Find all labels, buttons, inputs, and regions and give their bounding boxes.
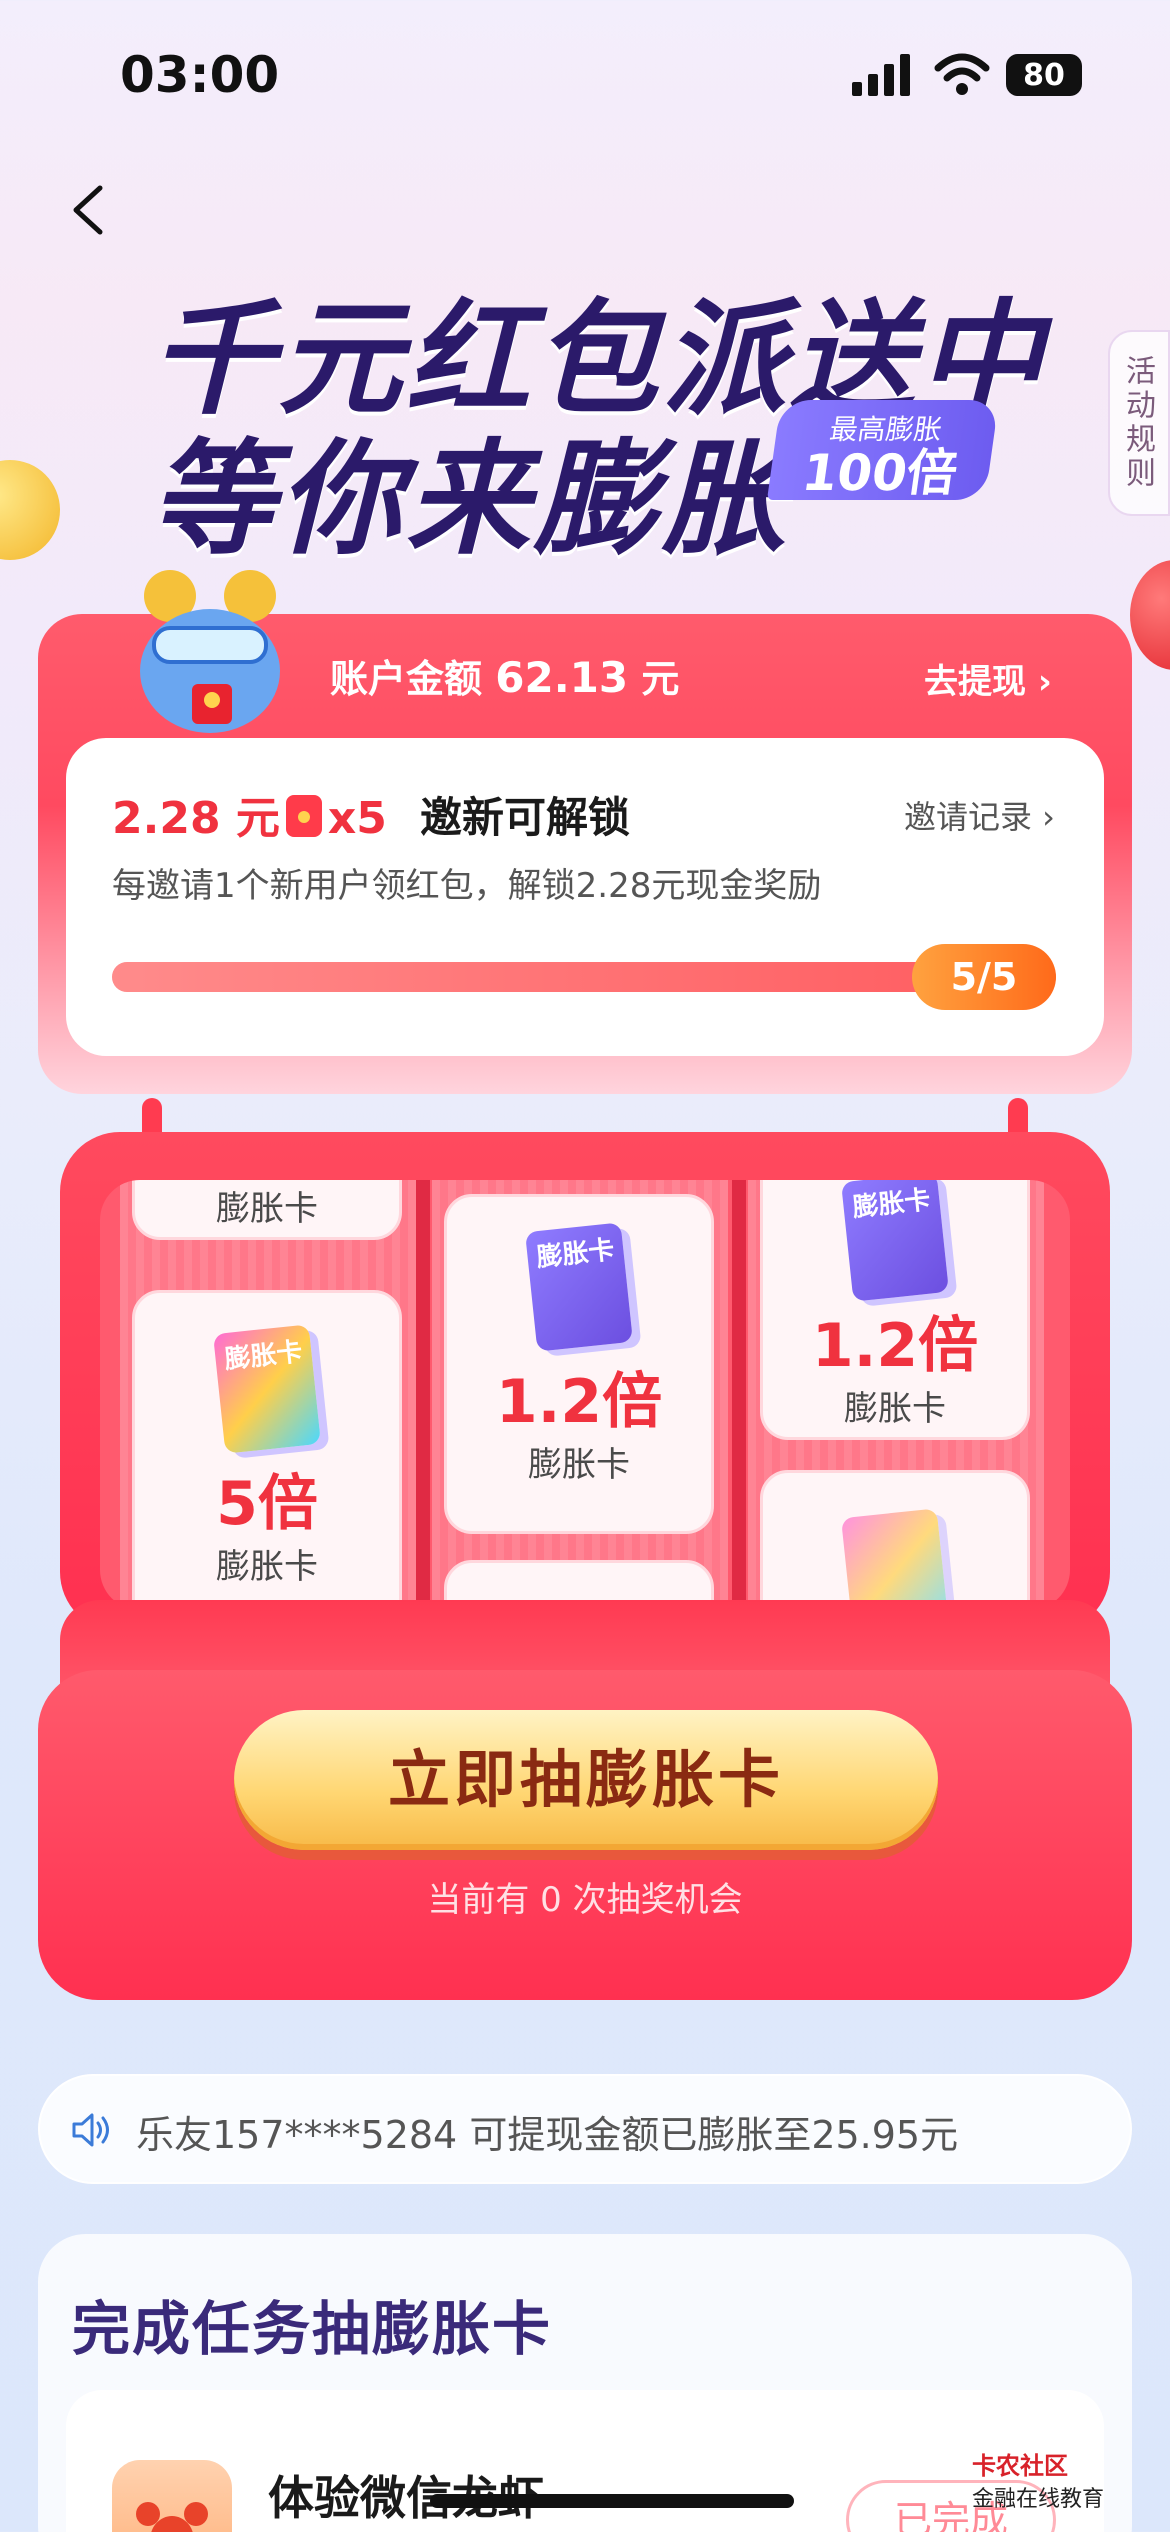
- watermark-sub: 金融在线教育: [972, 2487, 1105, 2512]
- reel-divider: [732, 1180, 746, 1610]
- lobster-icon: [112, 2460, 232, 2532]
- battery-indicator: 80: [1006, 54, 1082, 96]
- back-chevron-icon[interactable]: [60, 180, 120, 240]
- expansion-card-icon: 膨胀卡: [840, 1180, 950, 1302]
- watermark: 卡农社区 金融在线教育: [972, 2446, 1104, 2513]
- hamster-mascot-icon: [140, 570, 280, 733]
- reel-divider: [416, 1180, 430, 1610]
- invite-record-link[interactable]: 邀请记录 ›: [904, 792, 1055, 838]
- status-indicators: 80: [852, 52, 1092, 102]
- expansion-card: 膨胀卡 1.2倍 膨胀卡: [760, 1180, 1030, 1440]
- reel-column: 膨胀卡 1.2倍 膨胀卡: [748, 1180, 1044, 1610]
- card-name: 膨胀卡: [528, 1445, 630, 1485]
- invite-reward: 2.28 元 x5: [112, 782, 387, 846]
- red-envelope-icon: [285, 795, 322, 837]
- machine-window: 膨胀卡 膨胀卡 5倍 膨胀卡 膨胀卡 1.2倍 膨胀卡 膨胀卡 1.2倍 膨胀卡: [100, 1180, 1070, 1610]
- card-multiplier: 1.2倍: [811, 1311, 979, 1381]
- expansion-card: 膨胀卡: [132, 1180, 402, 1240]
- expansion-card: 膨胀卡 5倍 膨胀卡: [132, 1290, 402, 1610]
- badge-caption: 最高膨胀: [827, 413, 945, 446]
- max-multiplier-badge: 最高膨胀 100倍: [766, 400, 1000, 502]
- tasks-title: 完成任务抽膨胀卡: [72, 2295, 553, 2363]
- card-name: 膨胀卡: [844, 1389, 946, 1429]
- headline-line2: 等你来膨胀: [150, 428, 791, 572]
- withdraw-link[interactable]: 去提现 ›: [924, 654, 1052, 703]
- expansion-card-icon: 膨胀卡: [524, 1222, 634, 1352]
- card-name: 膨胀卡: [216, 1547, 318, 1587]
- activity-rules-tab[interactable]: 活动规则: [1108, 330, 1170, 516]
- status-time: 03:00: [120, 46, 280, 104]
- home-indicator: [430, 2494, 794, 2508]
- reel-column: 膨胀卡 膨胀卡 5倍 膨胀卡: [120, 1180, 416, 1610]
- draw-card-button[interactable]: 立即抽膨胀卡: [234, 1710, 938, 1850]
- signal-icon: [852, 54, 910, 96]
- invite-description: 每邀请1个新用户领红包，解锁2.28元现金奖励: [112, 866, 822, 906]
- invite-multiplier: x5: [327, 793, 387, 844]
- badge-value: 100倍: [798, 444, 962, 502]
- expansion-card-icon: [840, 1508, 950, 1610]
- expansion-card: [760, 1470, 1030, 1610]
- draw-chances-text: 当前有 0 次抽奖机会: [427, 1880, 743, 1920]
- account-balance: 账户金额 62.13 元: [330, 648, 679, 703]
- expansion-card-icon: 膨胀卡: [212, 1324, 322, 1454]
- speaker-icon: [72, 2113, 109, 2147]
- invite-amount: 2.28 元: [112, 793, 280, 844]
- invite-progress-label: 5/5: [912, 944, 1056, 1010]
- notice-text: 乐友157****5284 可提现金额已膨胀至25.95元: [136, 2113, 959, 2157]
- card-multiplier: 1.2倍: [495, 1367, 663, 1437]
- card-name: 膨胀卡: [216, 1189, 318, 1229]
- reel-column: 膨胀卡 1.2倍 膨胀卡: [432, 1180, 728, 1610]
- account-label: 账户金额: [330, 657, 483, 701]
- wifi-icon: [934, 53, 990, 95]
- expansion-card: 膨胀卡 1.2倍 膨胀卡: [444, 1194, 714, 1534]
- coin-decoration: [0, 460, 60, 560]
- account-unit: 元: [641, 657, 680, 701]
- account-amount: 62.13: [495, 653, 629, 702]
- card-multiplier: 5倍: [216, 1469, 318, 1539]
- watermark-brand: 卡农社区: [972, 2452, 1068, 2480]
- red-ball-decoration: [1130, 560, 1170, 670]
- invite-title: 邀新可解锁: [420, 793, 631, 842]
